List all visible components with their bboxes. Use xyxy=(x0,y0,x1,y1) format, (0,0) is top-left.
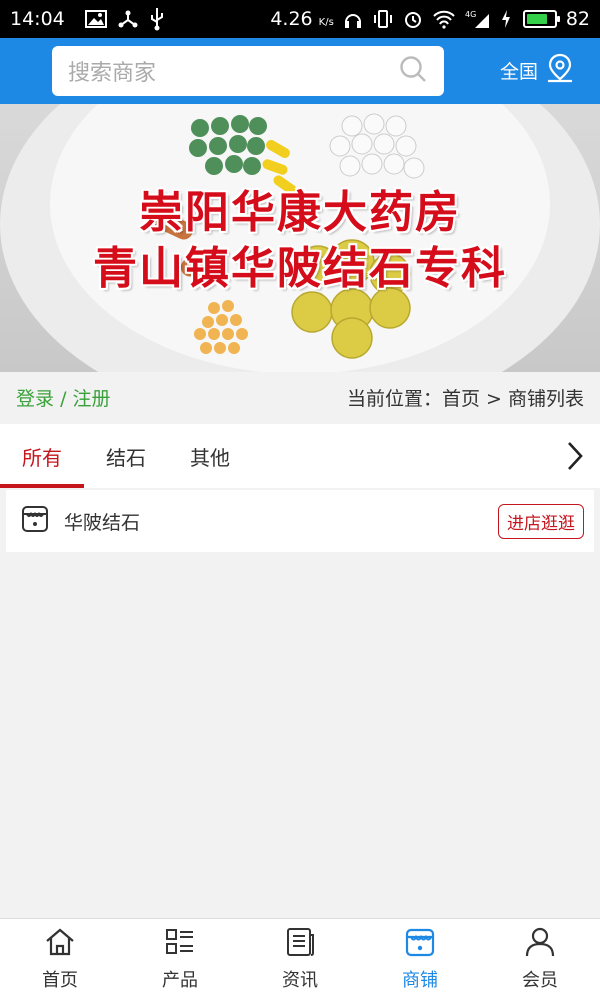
battery-icon xyxy=(522,10,560,28)
news-icon xyxy=(284,927,316,962)
tab-other[interactable]: 其他 xyxy=(168,424,252,488)
charging-icon xyxy=(500,9,512,29)
status-time: 14:04 xyxy=(10,8,65,30)
status-left: 14:04 xyxy=(10,7,165,31)
store-icon xyxy=(20,504,50,538)
store-list: 华陂结石 进店逛逛 xyxy=(6,490,594,552)
store-icon xyxy=(404,927,436,962)
grid-list-icon xyxy=(164,927,196,962)
breadcrumb-separator: > xyxy=(486,387,502,410)
breadcrumb-current: 商铺列表 xyxy=(507,387,584,410)
store-name: 华陂结石 xyxy=(64,511,141,534)
nav-news-label: 资讯 xyxy=(282,970,318,991)
vibrate-icon xyxy=(372,9,394,29)
nav-member-label: 会员 xyxy=(522,970,558,991)
region-label: 全国 xyxy=(500,60,539,83)
usb-icon xyxy=(149,7,165,31)
wifi-icon xyxy=(432,9,456,29)
tab-stones[interactable]: 结石 xyxy=(84,424,168,488)
headphones-icon xyxy=(343,9,363,29)
region-selector[interactable]: 全国 xyxy=(500,50,574,90)
app-header: 搜索商家 全国 xyxy=(0,38,600,104)
image-notification-icon xyxy=(84,10,107,28)
search-input[interactable]: 搜索商家 xyxy=(52,46,444,96)
home-icon xyxy=(44,927,76,962)
status-bar: 14:04 4.26 K/s 4G 82 xyxy=(0,0,600,38)
nav-news[interactable]: 资讯 xyxy=(240,919,360,1000)
search-placeholder: 搜索商家 xyxy=(68,61,157,86)
share-notification-icon xyxy=(117,8,139,30)
nav-home[interactable]: 首页 xyxy=(0,919,120,1000)
category-tabs: 所有 结石 其他 xyxy=(0,424,600,488)
enter-store-button[interactable]: 进店逛逛 xyxy=(498,503,584,539)
nav-products[interactable]: 产品 xyxy=(120,919,240,1000)
location-label: 当前位置： xyxy=(346,387,442,410)
signal-label: 4G xyxy=(465,10,476,19)
banner-title: 崇阳华康大药房 xyxy=(139,187,461,238)
network-speed: 4.26 K/s xyxy=(270,8,334,30)
nav-member[interactable]: 会员 xyxy=(480,919,600,1000)
info-bar: 登录 / 注册 当前位置：首页 > 商铺列表 xyxy=(0,372,600,422)
location-pin-icon xyxy=(546,53,574,88)
nav-stores-label: 商铺 xyxy=(402,970,438,991)
list-item[interactable]: 华陂结石 进店逛逛 xyxy=(6,490,594,552)
bottom-nav: 首页 产品 资讯 商铺 会员 xyxy=(0,918,600,1000)
nav-products-label: 产品 xyxy=(162,970,198,991)
breadcrumb-home[interactable]: 首页 xyxy=(442,388,480,410)
nav-stores[interactable]: 商铺 xyxy=(360,919,480,1000)
status-right: 4.26 K/s 4G 82 xyxy=(270,8,590,30)
banner-subtitle: 青山镇华陂结石专科 xyxy=(93,243,507,294)
auth-links: 登录 / 注册 xyxy=(16,384,111,411)
alarm-icon xyxy=(403,9,423,29)
chevron-right-icon[interactable] xyxy=(560,440,590,472)
auth-separator: / xyxy=(60,387,67,410)
search-icon[interactable] xyxy=(398,54,428,88)
battery-fill xyxy=(526,14,548,24)
battery-percent: 82 xyxy=(565,8,590,30)
user-icon xyxy=(524,927,556,962)
nav-home-label: 首页 xyxy=(42,970,78,991)
breadcrumb: 当前位置：首页 > 商铺列表 xyxy=(347,384,584,411)
login-link[interactable]: 登录 xyxy=(16,388,54,410)
register-link[interactable]: 注册 xyxy=(73,388,111,410)
signal-icon: 4G xyxy=(465,9,491,29)
promo-banner[interactable]: 崇阳华康大药房 青山镇华陂结石专科 xyxy=(0,104,600,372)
tab-all[interactable]: 所有 xyxy=(0,424,84,488)
